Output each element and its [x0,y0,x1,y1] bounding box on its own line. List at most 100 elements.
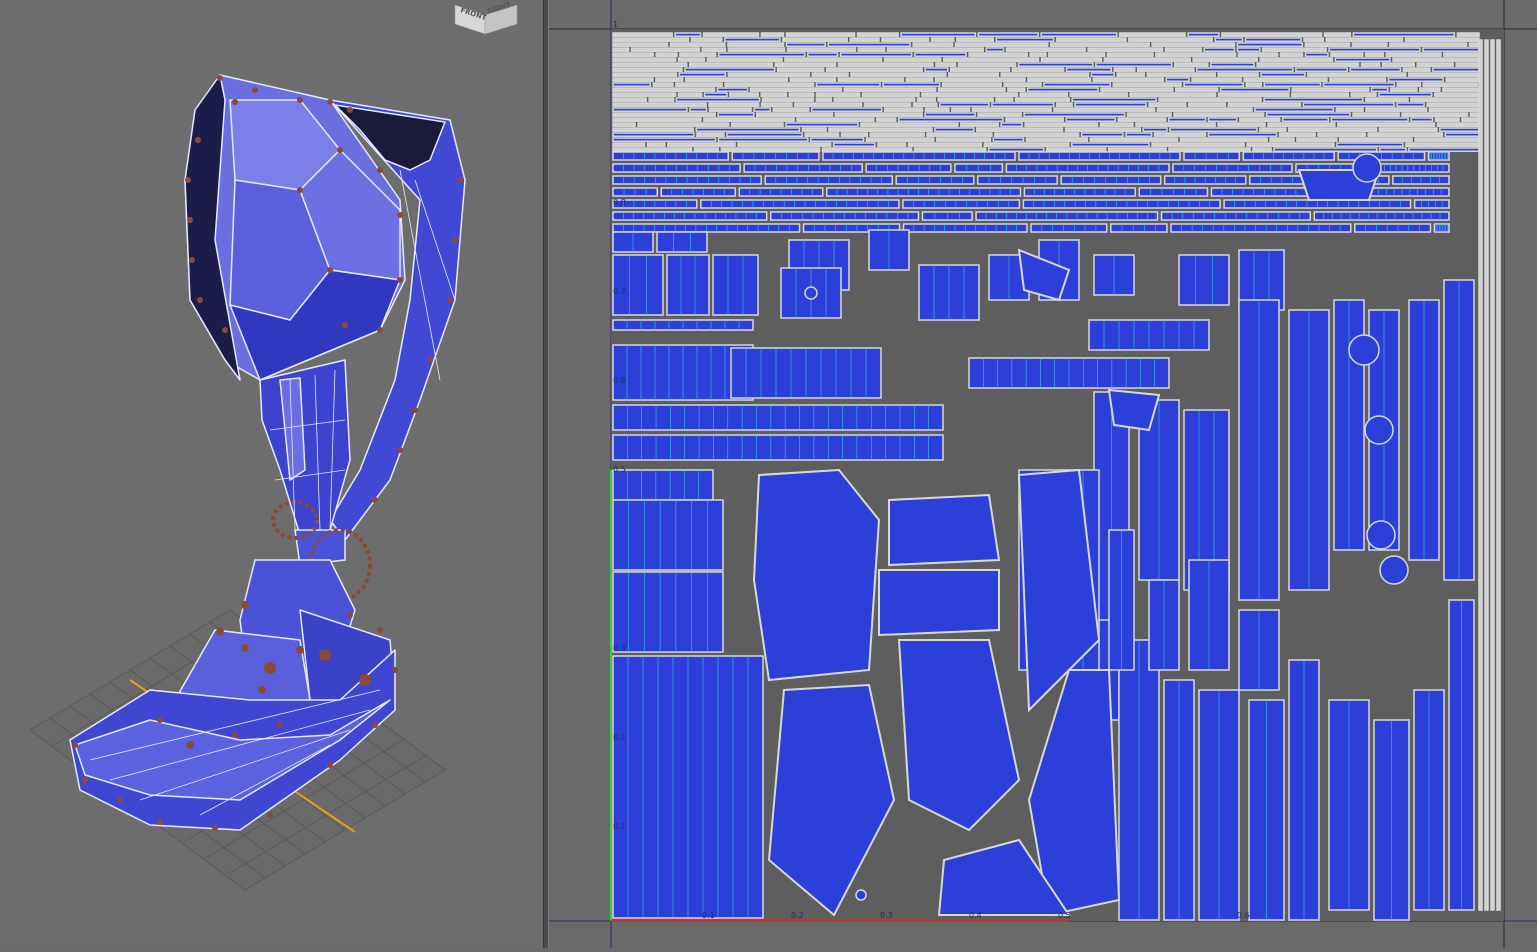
uv-shell[interactable] [1156,107,1253,112]
uv-shell[interactable] [786,47,857,52]
uv-shell[interactable] [1273,147,1378,152]
uv-shell[interactable] [834,112,923,117]
uv-shell[interactable] [1336,142,1404,147]
uv-shell[interactable] [612,211,768,221]
uv-shell[interactable] [822,151,1016,161]
uv-shell[interactable] [1349,67,1402,72]
uv-shell[interactable] [1107,388,1161,432]
uv-shell[interactable] [1291,87,1370,92]
uv-shell[interactable] [898,117,1004,122]
uv-shell[interactable] [1146,72,1216,77]
uv-shell[interactable] [1135,122,1216,127]
uv-shell[interactable] [815,97,833,102]
uv-shell[interactable] [821,147,913,152]
uv-shell[interactable] [737,142,832,147]
uv-shell[interactable] [883,57,942,62]
uv-shell[interactable] [612,82,652,87]
uv-shell[interactable] [895,175,975,185]
uv-shell[interactable] [1303,37,1325,42]
uv-shell[interactable] [1390,87,1418,92]
uv-shell[interactable] [905,77,934,82]
uv-shell[interactable] [1118,32,1186,37]
uv-shell[interactable] [1065,117,1116,122]
uv-shell[interactable] [1330,52,1364,57]
uv-shell[interactable] [860,122,959,127]
uv-circle-shell[interactable] [855,889,867,901]
uv-shell[interactable] [1029,52,1047,57]
uv-shell[interactable] [1168,147,1251,152]
uv-shell[interactable] [785,32,856,37]
uv-shell[interactable] [755,112,834,117]
uv-shell[interactable] [1217,92,1290,97]
uv-shell[interactable] [992,137,1025,142]
uv-shell[interactable] [655,52,678,57]
uv-shell[interactable] [1267,122,1336,127]
uv-shell[interactable] [1442,87,1480,92]
uv-shell[interactable] [646,142,666,147]
uv-shell[interactable] [1281,117,1330,122]
uv-shell[interactable] [1351,42,1388,47]
uv-shell[interactable] [1040,57,1103,62]
uv-shell[interactable] [878,569,1000,637]
uv-shell[interactable] [1103,57,1191,62]
uv-shell[interactable] [1005,117,1064,122]
uv-shell[interactable] [612,127,695,132]
uv-shell[interactable] [1261,47,1327,52]
uv-shell[interactable] [1490,39,1495,911]
uv-shell[interactable] [1107,147,1167,152]
uv-shell[interactable] [726,132,803,137]
uv-shell[interactable] [782,37,848,42]
uv-shell[interactable] [1352,112,1400,117]
uv-shell[interactable] [934,127,975,132]
uv-shell[interactable] [902,199,1021,209]
uv-shell[interactable] [1263,82,1322,87]
uv-shell[interactable] [1227,102,1302,107]
uv-shell[interactable] [1484,39,1489,911]
uv-shell[interactable] [876,117,897,122]
uv-shell[interactable] [1323,32,1352,37]
uv-shell[interactable] [1089,137,1179,142]
uv-shell[interactable] [900,32,977,37]
uv-shell[interactable] [774,62,837,67]
uv-shell[interactable] [1217,122,1266,127]
uv-shell[interactable] [849,37,880,42]
uv-shell[interactable] [1444,132,1480,137]
uv-shell[interactable] [995,37,1055,42]
uv-shell[interactable] [753,107,772,112]
uv-shell[interactable] [655,77,684,82]
uv-shell[interactable] [1381,62,1415,67]
uv-shell[interactable] [1245,82,1263,87]
uv-shell[interactable] [752,468,881,682]
uv-shell[interactable] [701,47,727,52]
uv-shell[interactable] [1365,107,1428,112]
uv-shell[interactable] [833,97,916,102]
uv-shell[interactable] [1053,107,1156,112]
uv-shell[interactable] [1278,132,1316,137]
uv-shell[interactable] [724,37,781,42]
uv-shell[interactable] [656,231,708,253]
uv-shell[interactable] [1173,112,1265,117]
uv-shell[interactable] [612,137,717,142]
uv-shell[interactable] [1055,37,1127,42]
uv-shell[interactable] [1007,87,1026,92]
uv-shell[interactable] [1165,77,1190,82]
uv-shell[interactable] [935,62,957,67]
uv-shell[interactable] [1338,137,1413,142]
uv-shell[interactable] [983,142,1070,147]
uv-shell[interactable] [956,37,995,42]
uv-shell[interactable] [612,47,630,52]
uv-shell[interactable] [881,37,930,42]
uv-shell[interactable] [730,122,784,127]
uv-shell[interactable] [727,72,811,77]
uv-shell[interactable] [1065,67,1113,72]
uv-shell[interactable] [1259,127,1287,132]
uv-shell[interactable] [1045,147,1107,152]
uv-shell[interactable] [1307,72,1407,77]
uv-shell[interactable] [1187,102,1227,107]
uv-shell[interactable] [1049,42,1150,47]
uv-shell[interactable] [612,72,678,77]
uv-shell[interactable] [1236,42,1304,47]
uv-shell[interactable] [1302,102,1395,107]
uv-shell[interactable] [1396,82,1421,87]
uv-shell[interactable] [954,42,1049,47]
